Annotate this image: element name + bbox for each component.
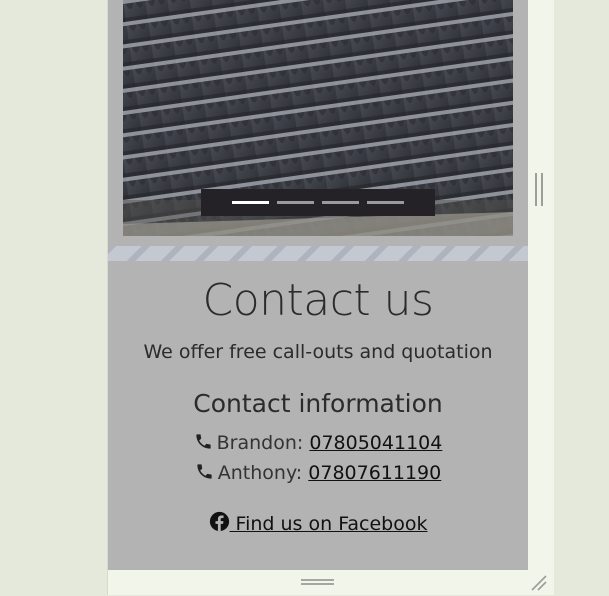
contact-subtitle: We offer free call-outs and quotation <box>143 341 493 363</box>
facebook-link[interactable]: Find us on Facebook <box>209 511 428 538</box>
slide-indicator-1[interactable] <box>232 201 269 204</box>
resize-grip-icon[interactable] <box>530 574 548 592</box>
slide-indicator-2[interactable] <box>277 201 314 204</box>
facebook-icon <box>209 511 230 538</box>
phone-name-label: Anthony: <box>217 462 303 484</box>
slide-indicator-4[interactable] <box>367 201 404 204</box>
phone-icon <box>195 462 214 487</box>
phone-row-brandon: Brandon: 07805041104 <box>108 431 528 457</box>
decorative-strip <box>108 246 528 261</box>
slider-nav <box>201 189 435 216</box>
phone-icon <box>194 432 213 457</box>
drag-grip-icon[interactable] <box>301 579 334 585</box>
contact-info-heading: Contact information <box>193 389 443 418</box>
slide-indicator-3[interactable] <box>322 201 359 204</box>
phone-row-anthony: Anthony: 07807611190 <box>108 461 528 487</box>
contact-title: Contact us <box>202 275 434 326</box>
phone-link-anthony[interactable]: 07807611190 <box>308 462 441 484</box>
scroll-handle-icon[interactable] <box>535 173 543 206</box>
phone-link-brandon[interactable]: 07805041104 <box>309 432 442 454</box>
facebook-link-label: Find us on Facebook <box>229 513 428 535</box>
phone-name-label: Brandon: <box>216 432 304 454</box>
facebook-row: Find us on Facebook <box>108 511 528 538</box>
